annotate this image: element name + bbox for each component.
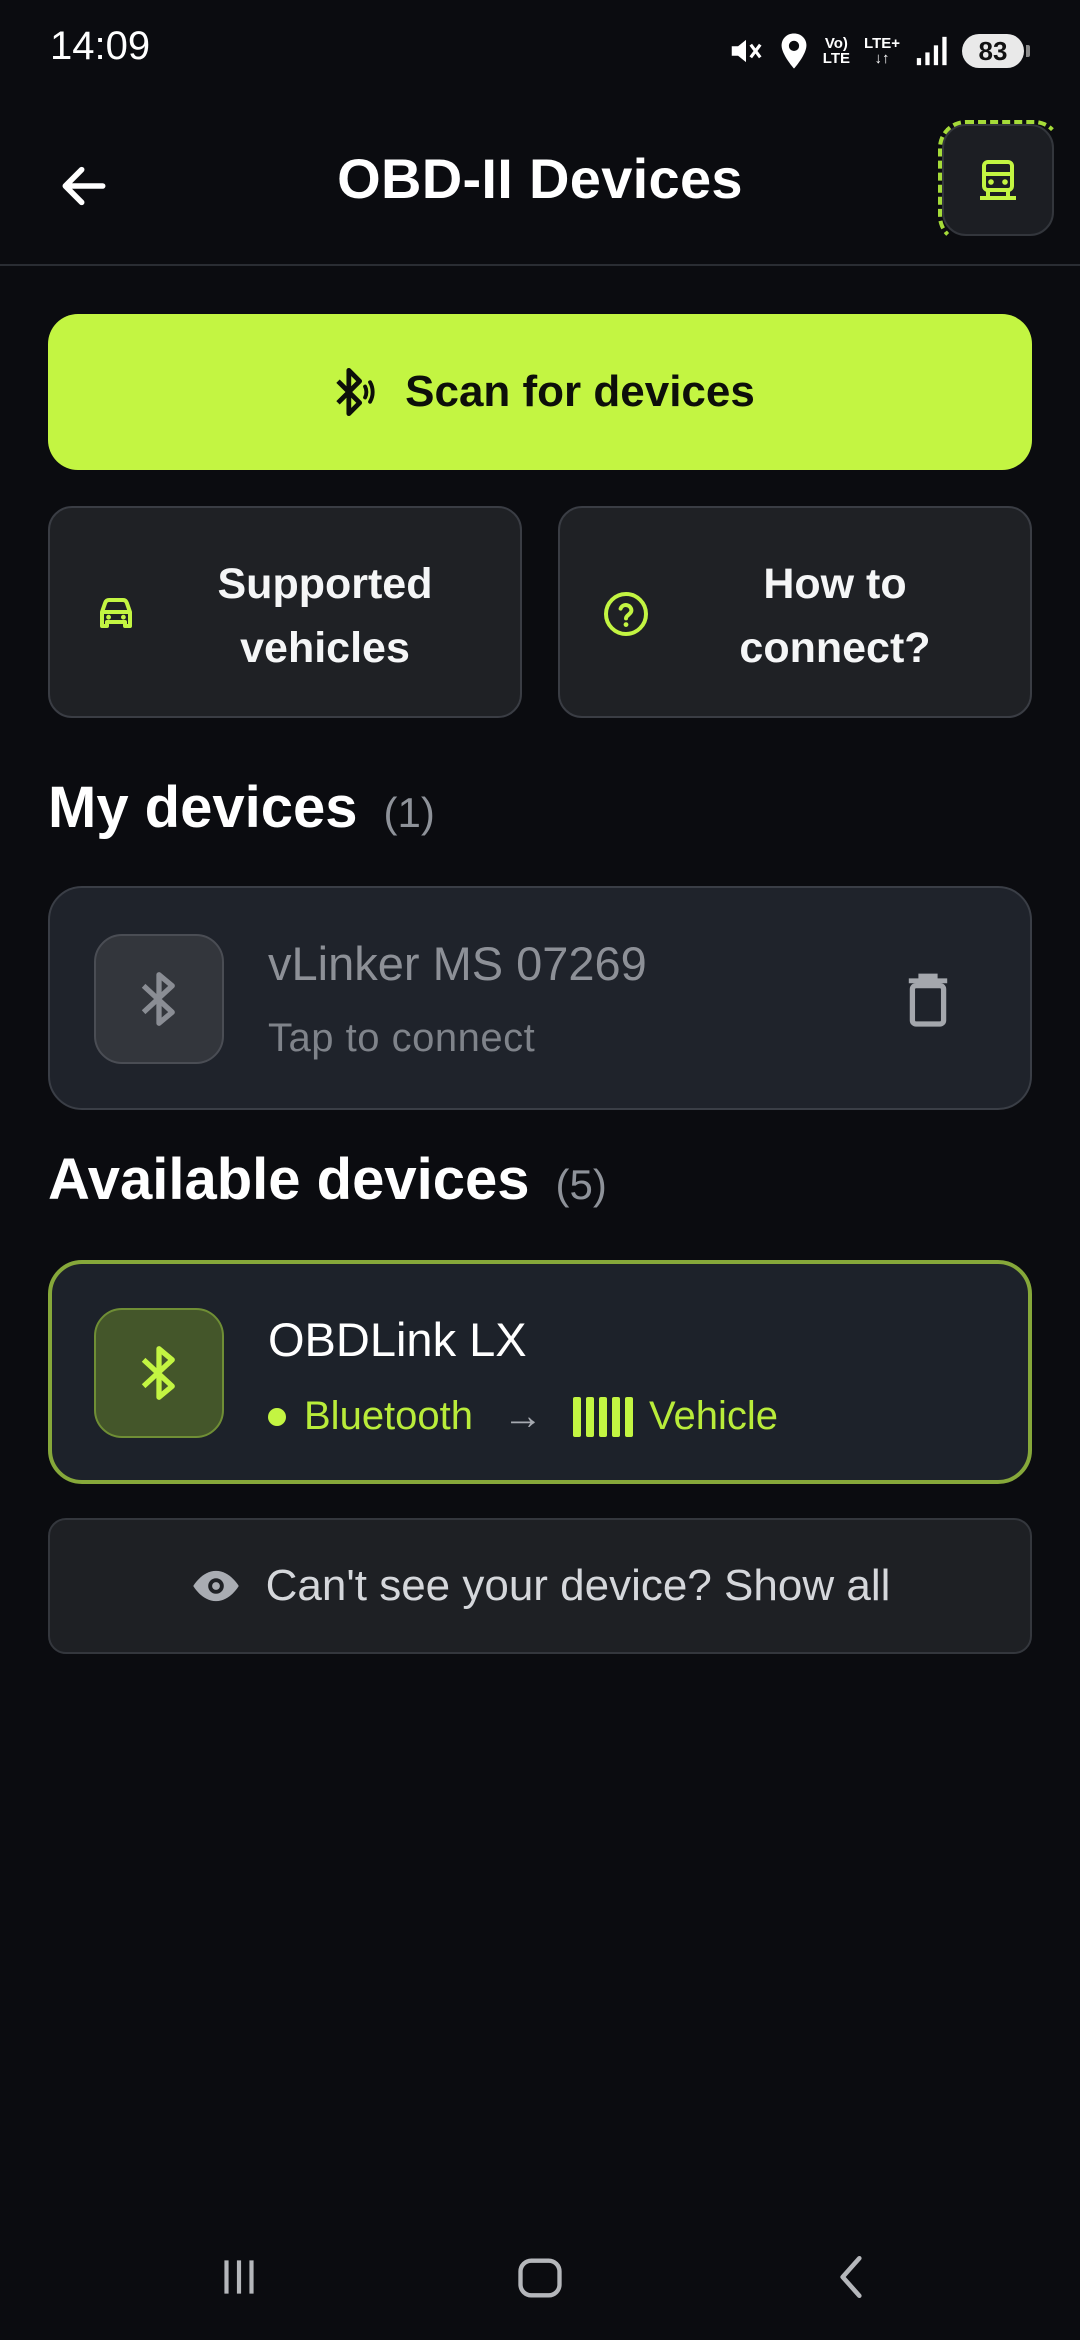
back-icon <box>840 2255 862 2299</box>
status-bar: 14:09 Vo) LTE LTE+ ↓↑ 83 <box>0 0 1080 100</box>
mute-icon <box>727 32 765 70</box>
my-devices-count: (1) <box>383 789 435 836</box>
vehicle-button[interactable] <box>938 120 1062 244</box>
status-dot <box>268 1407 286 1426</box>
home-icon <box>518 2258 562 2298</box>
system-nav-bar <box>0 2220 1080 2340</box>
delete-device-button[interactable] <box>904 970 952 1030</box>
nav-back-button[interactable] <box>826 2250 876 2309</box>
available-devices-heading: Available devices (5) <box>48 1146 607 1213</box>
trash-icon <box>908 973 948 1027</box>
app-bar: OBD-II Devices <box>0 100 1080 266</box>
battery-level: 83 <box>978 35 1008 66</box>
my-devices-title: My devices <box>48 775 358 840</box>
device-icon-box <box>94 934 224 1064</box>
bluetooth-icon <box>141 972 175 1026</box>
device-icon-box <box>94 1308 224 1438</box>
connection-target: Vehicle <box>649 1394 779 1438</box>
connection-type: Bluetooth <box>304 1394 474 1438</box>
help-circle-icon <box>604 592 648 636</box>
lte-icon: LTE+ ↓↑ <box>864 35 900 67</box>
status-time: 14:09 <box>50 24 151 68</box>
signal-icon <box>914 34 948 68</box>
eye-icon <box>192 1570 239 1602</box>
supported-vehicles-button[interactable]: Supported vehicles <box>48 506 522 718</box>
scan-button[interactable]: Scan for devices <box>48 314 1032 470</box>
saved-device-card[interactable]: vLinker MS 07269 Tap to connect <box>48 886 1032 1110</box>
show-all-button[interactable]: Can't see your device? Show all <box>48 1518 1032 1654</box>
device-name: OBDLink LX <box>268 1313 527 1366</box>
bluetooth-icon <box>141 1346 175 1400</box>
page-title: OBD-II Devices <box>337 147 743 210</box>
how-to-connect-label: How to connect? <box>739 560 931 672</box>
how-to-connect-button[interactable]: How to connect? <box>558 506 1032 718</box>
supported-vehicles-label: Supported vehicles <box>217 560 433 672</box>
my-devices-heading: My devices (1) <box>48 774 435 841</box>
battery-icon: 83 <box>962 34 1030 68</box>
connection-path: Bluetooth → Vehicle <box>268 1394 778 1439</box>
arrow-right-icon: → <box>503 1394 544 1438</box>
available-devices-count: (5) <box>555 1161 607 1208</box>
location-icon <box>779 32 809 70</box>
recents-button[interactable] <box>214 2252 264 2307</box>
available-devices-title: Available devices <box>48 1147 530 1212</box>
volte-icon: Vo) LTE <box>822 35 851 67</box>
car-icon <box>100 598 132 628</box>
loading-ring <box>938 120 1062 244</box>
recents-icon <box>224 2260 254 2294</box>
status-icons: Vo) LTE LTE+ ↓↑ 83 <box>727 28 1030 74</box>
bluetooth-searching-icon <box>336 367 375 417</box>
home-button[interactable] <box>514 2252 566 2309</box>
show-all-label: Can't see your device? Show all <box>265 1561 891 1610</box>
device-name: vLinker MS 07269 <box>268 937 647 990</box>
available-device-card[interactable]: OBDLink LX Bluetooth → Vehicle <box>48 1260 1032 1484</box>
device-status: Tap to connect <box>268 1016 536 1060</box>
obd-port-icon <box>573 1396 634 1437</box>
scan-label: Scan for devices <box>405 367 755 416</box>
